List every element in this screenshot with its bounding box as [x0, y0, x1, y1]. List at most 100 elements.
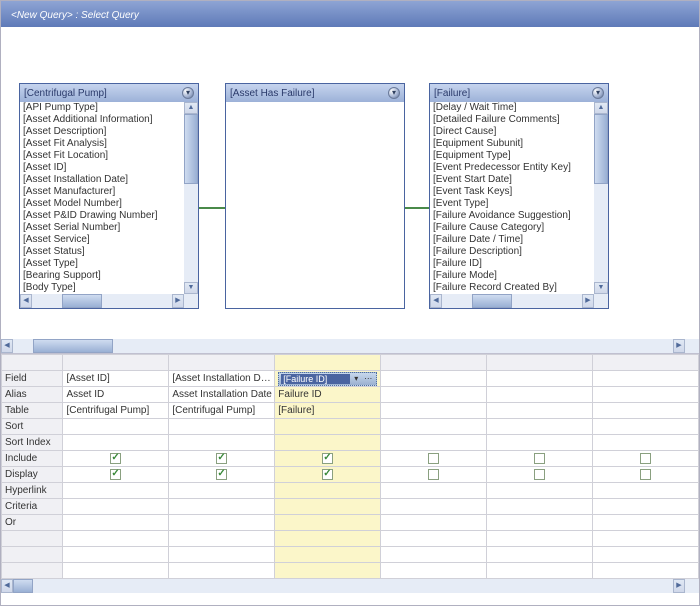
grid-cell[interactable] — [593, 419, 699, 435]
grid-cell[interactable] — [169, 531, 275, 547]
grid-cell[interactable] — [275, 547, 381, 563]
query-grid[interactable]: Field[Asset ID][Asset Installation D…[Fa… — [1, 353, 699, 593]
field-item[interactable]: [Delay / Wait Time] — [430, 102, 594, 114]
grid-cell[interactable] — [63, 499, 169, 515]
field-item[interactable]: [Asset Status] — [20, 246, 184, 258]
scroll-thumb[interactable] — [13, 579, 33, 593]
field-item[interactable]: [Asset Serial Number] — [20, 222, 184, 234]
grid-cell[interactable]: Asset Installation Date — [169, 387, 275, 403]
grid-cell[interactable] — [381, 451, 487, 467]
display-checkbox[interactable] — [428, 469, 439, 480]
scroll-right-icon[interactable]: ▶ — [582, 294, 594, 308]
field-item[interactable]: [Event Type] — [430, 198, 594, 210]
scroll-right-icon[interactable]: ▶ — [673, 579, 685, 593]
scroll-thumb[interactable] — [62, 294, 102, 308]
scroll-thumb[interactable] — [472, 294, 512, 308]
field-list[interactable]: [API Pump Type][Asset Additional Informa… — [20, 102, 184, 294]
field-item[interactable]: [Event Task Keys] — [430, 186, 594, 198]
field-item[interactable]: [Asset Description] — [20, 126, 184, 138]
grid-cell[interactable] — [381, 387, 487, 403]
field-combo[interactable]: [Failure ID]▾⋯ — [278, 372, 377, 386]
grid-cell[interactable] — [487, 483, 593, 499]
grid-cell[interactable] — [275, 451, 381, 467]
grid-cell[interactable] — [487, 515, 593, 531]
collapse-icon[interactable]: ▾ — [182, 87, 194, 99]
grid-cell[interactable] — [593, 515, 699, 531]
grid-cell[interactable] — [487, 371, 593, 387]
collapse-icon[interactable]: ▾ — [388, 87, 400, 99]
grid-cell[interactable] — [381, 419, 487, 435]
grid-cell[interactable] — [593, 547, 699, 563]
grid-cell[interactable] — [63, 515, 169, 531]
grid-cell[interactable]: [Failure ID]▾⋯ — [275, 371, 381, 387]
scroll-left-icon[interactable]: ◀ — [20, 294, 32, 308]
grid-cell[interactable] — [275, 483, 381, 499]
field-item[interactable]: [Failure Description] — [430, 246, 594, 258]
field-item[interactable]: [Equipment Type] — [430, 150, 594, 162]
grid-cell[interactable] — [593, 499, 699, 515]
grid-cell[interactable] — [169, 563, 275, 579]
field-item[interactable]: [Asset Additional Information] — [20, 114, 184, 126]
grid-cell[interactable]: [Failure] — [275, 403, 381, 419]
grid-cell[interactable] — [275, 435, 381, 451]
field-item[interactable]: [Asset Fit Analysis] — [20, 138, 184, 150]
grid-cell[interactable] — [63, 435, 169, 451]
entity-asset-has-failure[interactable]: [Asset Has Failure] ▾ — [225, 83, 405, 309]
field-item[interactable]: [Event Start Date] — [430, 174, 594, 186]
grid-cell[interactable] — [593, 483, 699, 499]
grid-cell[interactable] — [381, 499, 487, 515]
grid-cell[interactable] — [169, 547, 275, 563]
grid-cell[interactable]: [Centrifugal Pump] — [169, 403, 275, 419]
include-checkbox[interactable] — [322, 453, 333, 464]
grid-cell[interactable] — [381, 403, 487, 419]
grid-cell[interactable] — [487, 451, 593, 467]
field-item[interactable]: [Asset Installation Date] — [20, 174, 184, 186]
grid-cell[interactable] — [275, 531, 381, 547]
grid-cell[interactable] — [487, 467, 593, 483]
scroll-right-icon[interactable]: ▶ — [673, 339, 685, 353]
collapse-icon[interactable]: ▾ — [592, 87, 604, 99]
field-item[interactable]: [Failure Avoidance Suggestion] — [430, 210, 594, 222]
scroll-left-icon[interactable]: ◀ — [430, 294, 442, 308]
grid-cell[interactable] — [487, 531, 593, 547]
grid-cell[interactable] — [381, 467, 487, 483]
vertical-scrollbar[interactable]: ▲ ▼ — [184, 102, 198, 294]
include-checkbox[interactable] — [110, 453, 121, 464]
grid-cell[interactable] — [169, 435, 275, 451]
grid-cell[interactable] — [381, 563, 487, 579]
grid-cell[interactable] — [275, 419, 381, 435]
grid-cell[interactable]: [Asset Installation D… — [169, 371, 275, 387]
grid-cell[interactable] — [381, 483, 487, 499]
grid-cell[interactable] — [487, 563, 593, 579]
grid-cell[interactable] — [487, 387, 593, 403]
field-item[interactable]: [Asset Type] — [20, 258, 184, 270]
grid-cell[interactable] — [593, 403, 699, 419]
field-item[interactable]: [Failure Mode] — [430, 270, 594, 282]
grid-cell[interactable] — [593, 467, 699, 483]
grid-cell[interactable]: [Centrifugal Pump] — [63, 403, 169, 419]
field-item[interactable]: [Failure Date / Time] — [430, 234, 594, 246]
grid-cell[interactable] — [63, 419, 169, 435]
grid-cell[interactable] — [593, 451, 699, 467]
grid-cell[interactable] — [275, 515, 381, 531]
field-item[interactable]: [Event Predecessor Entity Key] — [430, 162, 594, 174]
grid-cell[interactable] — [63, 467, 169, 483]
horizontal-scrollbar[interactable]: ◀ ▶ — [430, 294, 594, 308]
grid-cell[interactable] — [63, 563, 169, 579]
grid-cell[interactable] — [275, 499, 381, 515]
field-item[interactable]: [Asset Manufacturer] — [20, 186, 184, 198]
resize-grip[interactable] — [184, 294, 198, 308]
grid-cell[interactable] — [63, 531, 169, 547]
scroll-thumb[interactable] — [33, 339, 113, 353]
scroll-thumb[interactable] — [594, 114, 608, 184]
include-checkbox[interactable] — [640, 453, 651, 464]
grid-cell[interactable]: [Asset ID] — [63, 371, 169, 387]
ellipsis-icon[interactable]: ⋯ — [362, 374, 374, 383]
field-item[interactable]: [Equipment Subunit] — [430, 138, 594, 150]
resize-grip[interactable] — [594, 294, 608, 308]
display-checkbox[interactable] — [534, 469, 545, 480]
field-item[interactable]: [Asset Service] — [20, 234, 184, 246]
field-item[interactable]: [Detailed Failure Comments] — [430, 114, 594, 126]
grid-cell[interactable] — [381, 371, 487, 387]
grid-cell[interactable] — [593, 371, 699, 387]
